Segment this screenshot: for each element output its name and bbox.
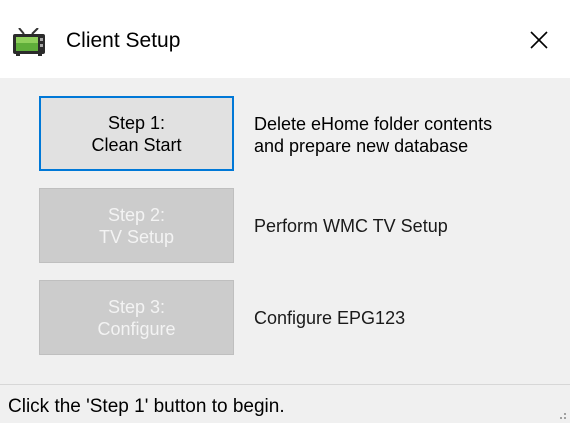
step-3-label-line1: Step 3: — [107, 296, 166, 317]
step-2-label-line2: TV Setup — [98, 226, 175, 247]
status-bar: Click the 'Step 1' button to begin. — [0, 384, 570, 423]
tv-icon — [12, 27, 48, 56]
step-1-description-line1: Delete eHome folder contents — [254, 114, 493, 134]
window-title: Client Setup — [66, 29, 181, 52]
close-icon — [529, 30, 549, 50]
step-3-description: Configure EPG123 — [254, 308, 406, 328]
step-1-description: Delete eHome folder contents and prepare… — [254, 113, 492, 157]
title-bar: Client Setup — [0, 0, 570, 78]
step-2-label-line1: Step 2: — [107, 204, 166, 225]
step-2-tv-setup-button[interactable]: Step 2: TV Setup — [39, 188, 234, 263]
status-text: Click the 'Step 1' button to begin. — [8, 396, 285, 417]
client-setup-window: Client Setup Step 1: Clean Start Delete … — [0, 0, 570, 423]
step-1-label-line1: Step 1: — [107, 112, 166, 133]
step-2-description: Perform WMC TV Setup — [254, 216, 448, 236]
step-3-configure-button[interactable]: Step 3: Configure — [39, 280, 234, 355]
step-1-label-line2: Clean Start — [91, 134, 182, 155]
step-3-label-line2: Configure — [97, 318, 176, 339]
step-1-description-line2: and prepare new database — [254, 136, 469, 156]
resize-grip-icon[interactable] — [552, 405, 566, 419]
close-button[interactable] — [516, 18, 562, 62]
step-1-clean-start-button[interactable]: Step 1: Clean Start — [39, 96, 234, 171]
